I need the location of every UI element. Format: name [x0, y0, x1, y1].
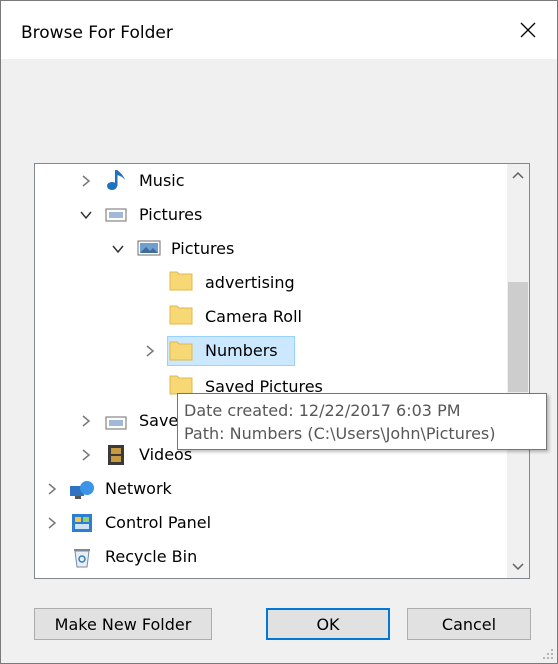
expand-chevron-icon[interactable] — [45, 516, 59, 530]
title-bar: Browse For Folder — [1, 1, 557, 59]
tree-item-label: Recycle Bin — [105, 547, 198, 566]
close-button[interactable] — [499, 1, 557, 59]
pictures-library-icon — [105, 208, 127, 222]
browse-for-folder-dialog: Browse For Folder Music Pictures Picture… — [0, 0, 558, 664]
folder-icon — [169, 271, 193, 291]
saved-library-icon — [105, 416, 127, 430]
expand-chevron-icon[interactable] — [45, 482, 59, 496]
videos-icon — [108, 445, 124, 465]
resize-grip-icon[interactable] — [542, 648, 554, 660]
expand-chevron-icon[interactable] — [79, 448, 93, 462]
scroll-up-button[interactable] — [507, 164, 529, 186]
folder-icon — [169, 305, 193, 325]
expand-chevron-icon[interactable] — [143, 344, 157, 358]
close-icon — [520, 22, 536, 38]
tree-item-camera-roll[interactable]: Camera Roll — [205, 300, 302, 334]
scroll-down-button[interactable] — [507, 556, 529, 578]
scrollbar-thumb[interactable] — [508, 282, 528, 392]
tree-item-recycle-bin[interactable]: Recycle Bin — [105, 540, 197, 574]
tree-item-label: Network — [105, 479, 172, 498]
tree-item-network[interactable]: Network — [105, 472, 172, 506]
chevron-up-icon — [512, 171, 524, 179]
chevron-down-icon — [512, 563, 524, 571]
tree-item-pictures-folder[interactable]: Pictures — [171, 232, 234, 266]
ok-button[interactable]: OK — [266, 608, 390, 640]
tree-item-label: Music — [139, 171, 185, 190]
tree-item-advertising[interactable]: advertising — [205, 266, 295, 300]
tree-item-label: Pictures — [139, 205, 203, 224]
folder-tree[interactable]: Music Pictures Pictures advertising Came… — [34, 163, 530, 579]
tree-item-label: Control Panel — [105, 513, 212, 532]
folder-tooltip: Date created: 12/22/2017 6:03 PM Path: N… — [177, 393, 547, 450]
expand-chevron-icon[interactable] — [79, 174, 93, 188]
pictures-folder-icon — [137, 240, 161, 256]
tree-item-label: advertising — [205, 273, 295, 292]
tree-item-music[interactable]: Music — [139, 164, 185, 198]
tree-item-label: Pictures — [171, 239, 235, 258]
collapse-chevron-icon[interactable] — [79, 208, 93, 222]
expand-chevron-icon[interactable] — [79, 414, 93, 428]
make-new-folder-button[interactable]: Make New Folder — [34, 608, 212, 640]
tree-item-pictures-library[interactable]: Pictures — [139, 198, 202, 232]
cancel-button[interactable]: Cancel — [407, 608, 531, 640]
folder-icon — [169, 375, 193, 395]
tree-item-label: Numbers — [205, 341, 278, 360]
network-icon — [70, 481, 94, 499]
recycle-bin-icon — [74, 549, 90, 568]
tree-item-label: Camera Roll — [205, 307, 302, 326]
folder-icon — [169, 341, 193, 361]
collapse-chevron-icon[interactable] — [111, 242, 125, 256]
control-panel-icon — [72, 514, 92, 532]
tree-item-numbers[interactable]: Numbers — [205, 334, 278, 368]
dialog-title: Browse For Folder — [21, 23, 173, 43]
tooltip-date-created: Date created: 12/22/2017 6:03 PM — [184, 401, 461, 420]
tooltip-path: Path: Numbers (C:\Users\John\Pictures) — [184, 424, 496, 443]
music-icon — [107, 170, 125, 190]
tree-item-control-panel[interactable]: Control Panel — [105, 506, 211, 540]
vertical-scrollbar[interactable] — [507, 164, 529, 578]
